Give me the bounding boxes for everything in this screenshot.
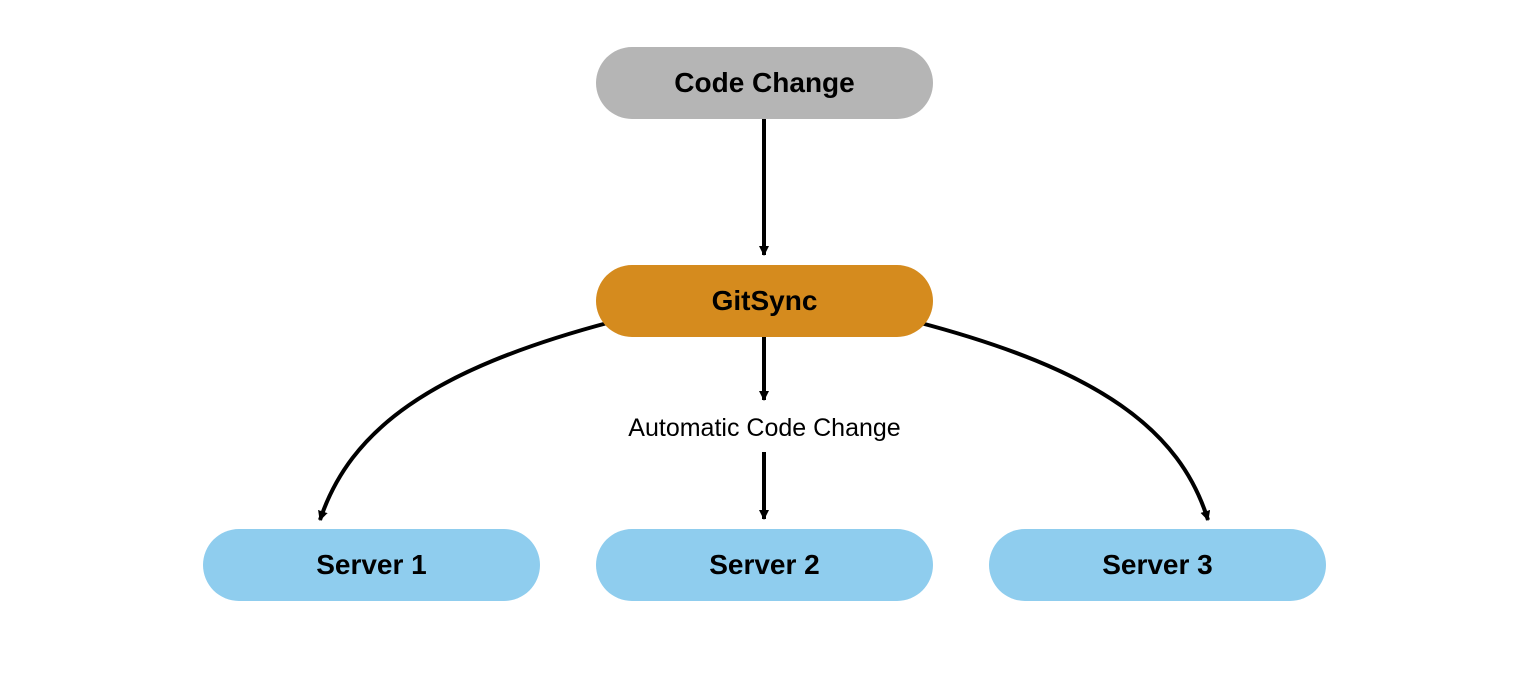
node-server-3-label: Server 3 (1102, 549, 1213, 581)
edge-label-automatic: Automatic Code Change (620, 414, 909, 443)
arrow-gitsync-to-server1 (320, 322, 611, 520)
node-code-change: Code Change (596, 47, 933, 119)
node-server-2: Server 2 (596, 529, 933, 601)
node-server-1: Server 1 (203, 529, 540, 601)
node-server-1-label: Server 1 (316, 549, 427, 581)
arrow-gitsync-to-server3 (917, 322, 1208, 520)
node-gitsync-label: GitSync (712, 285, 818, 317)
diagram-canvas: Code Change GitSync Automatic Code Chang… (0, 0, 1526, 687)
node-code-change-label: Code Change (674, 67, 854, 99)
node-gitsync: GitSync (596, 265, 933, 337)
node-server-3: Server 3 (989, 529, 1326, 601)
node-server-2-label: Server 2 (709, 549, 820, 581)
